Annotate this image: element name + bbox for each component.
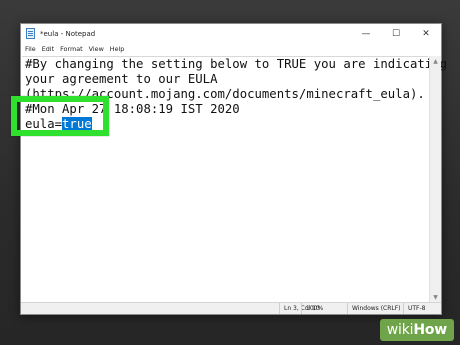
eula-key: eula= (25, 117, 63, 131)
status-bar: Ln 3, Col 10 100% Windows (CRLF) UTF-8 (21, 302, 441, 314)
selected-text[interactable]: true (62, 117, 92, 131)
text-line: your agreement to our EULA (25, 72, 218, 86)
zoom-level: 100% (301, 303, 341, 314)
menu-help[interactable]: Help (110, 45, 125, 53)
scroll-up-icon[interactable]: ▲ (430, 56, 441, 66)
watermark-wiki: wiki (386, 322, 414, 338)
menu-bar: File Edit Format View Help (21, 43, 441, 55)
text-line: #Mon Apr 27 18:08:19 IST 2020 (25, 102, 240, 116)
scroll-down-icon[interactable]: ▼ (430, 292, 441, 302)
text-editor[interactable]: #By changing the setting below to TRUE y… (22, 56, 447, 303)
line-ending: Windows (CRLF) (347, 303, 405, 314)
window-controls: — ☐ ✕ (351, 24, 441, 43)
vertical-scrollbar[interactable]: ▲ ▼ (429, 56, 441, 302)
watermark-how: How (413, 322, 447, 338)
text-line-eula: eula=true (25, 117, 92, 132)
close-button[interactable]: ✕ (411, 24, 441, 43)
menu-format[interactable]: Format (60, 45, 83, 53)
encoding: UTF-8 (403, 303, 441, 314)
menu-view[interactable]: View (89, 45, 104, 53)
notepad-icon (26, 28, 35, 39)
maximize-button[interactable]: ☐ (381, 24, 411, 43)
text-line: #By changing the setting below to TRUE y… (25, 57, 447, 71)
minimize-button[interactable]: — (351, 24, 381, 43)
window-title: *eula - Notepad (40, 29, 96, 38)
wikihow-logo: wiki How (379, 319, 454, 341)
menu-edit[interactable]: Edit (42, 45, 54, 53)
text-line: (https://account.mojang.com/documents/mi… (25, 87, 425, 101)
title-bar[interactable]: *eula - Notepad — ☐ ✕ (21, 24, 441, 43)
menu-file[interactable]: File (25, 45, 36, 53)
notepad-window: *eula - Notepad — ☐ ✕ File Edit Format V… (20, 23, 447, 315)
